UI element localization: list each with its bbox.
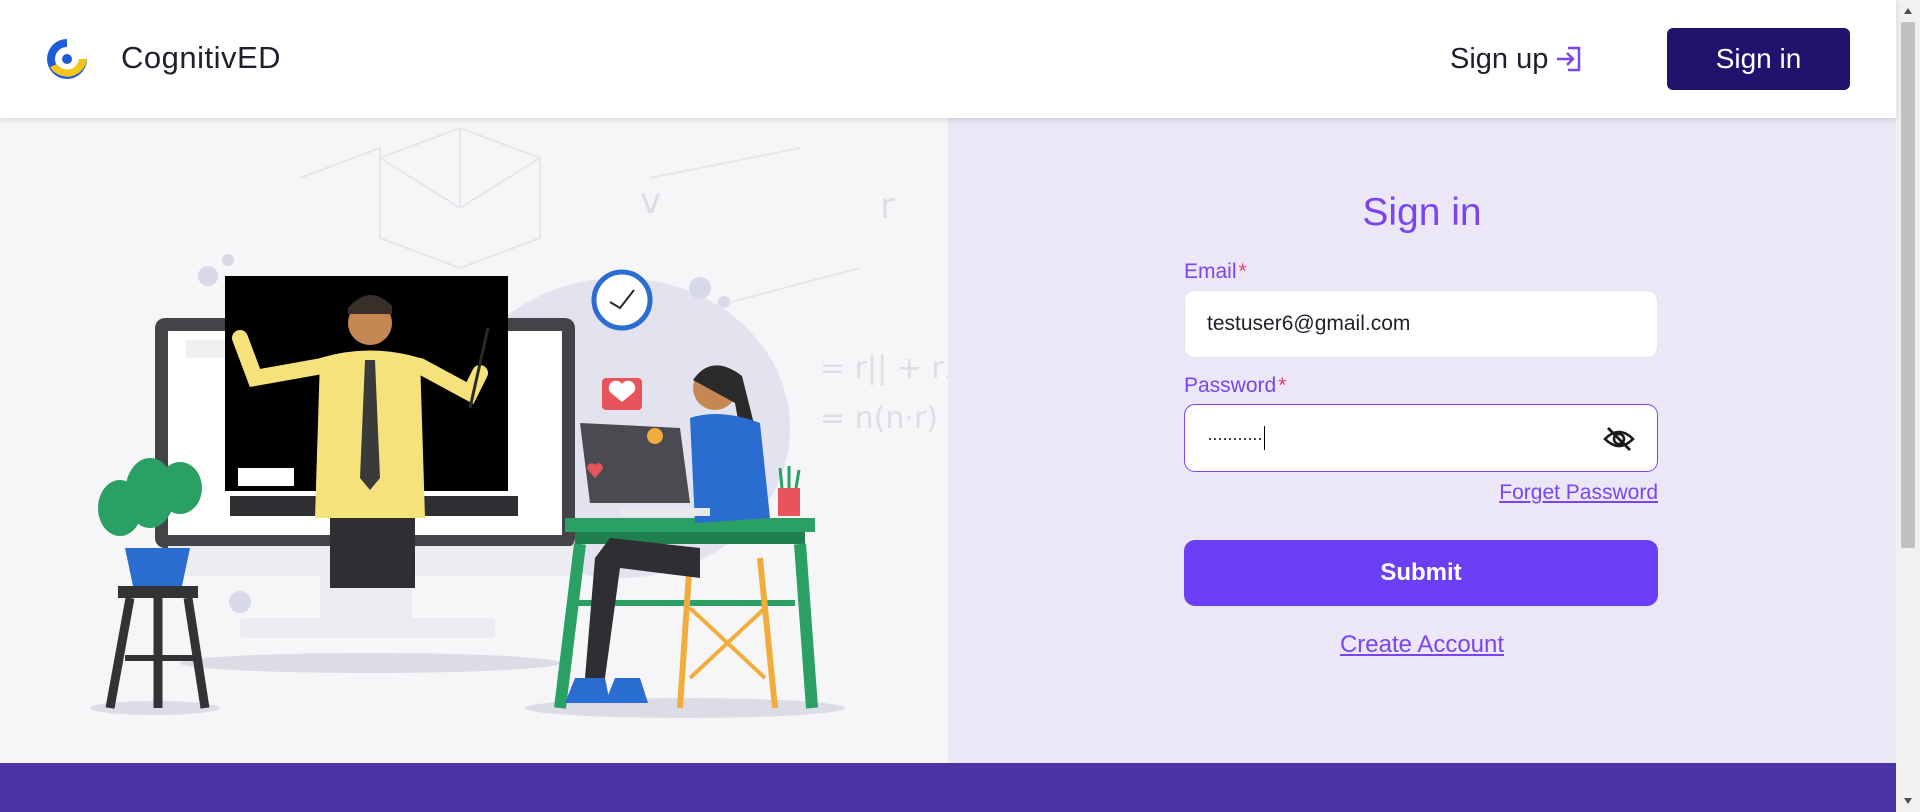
header-signin-button[interactable]: Sign in bbox=[1667, 28, 1850, 90]
footer-bar bbox=[0, 763, 1896, 812]
password-label-text: Password bbox=[1184, 374, 1277, 397]
svg-text:v: v bbox=[640, 181, 661, 222]
online-teaching-illustration: v r = r|| + r⊥ = n(n·r) bbox=[90, 126, 948, 718]
brand-logo-icon[interactable] bbox=[42, 34, 92, 84]
text-caret bbox=[1263, 426, 1266, 450]
signup-link[interactable]: Sign up bbox=[1450, 38, 1584, 80]
top-header: CognitivED Sign up Sign in bbox=[0, 0, 1896, 118]
scroll-up-arrow-icon[interactable] bbox=[1896, 0, 1920, 22]
signup-label: Sign up bbox=[1450, 42, 1549, 75]
required-mark: * bbox=[1238, 260, 1247, 283]
password-value: ··········· bbox=[1207, 427, 1263, 448]
brand-name: CognitivED bbox=[121, 40, 282, 75]
scroll-down-arrow-icon[interactable] bbox=[1896, 790, 1920, 812]
password-label: Password* bbox=[1184, 374, 1286, 398]
password-field[interactable]: ··········· bbox=[1184, 404, 1658, 472]
signin-panel: Sign in Email* testuser6@gmail.com Passw… bbox=[948, 118, 1896, 763]
eye-off-icon[interactable] bbox=[1603, 425, 1635, 453]
svg-text:= n(n·r): = n(n·r) bbox=[820, 401, 938, 436]
sign-in-arrow-icon bbox=[1557, 46, 1581, 72]
svg-text:= r|| + r⊥: = r|| + r⊥ bbox=[820, 351, 948, 386]
required-mark: * bbox=[1278, 374, 1287, 397]
email-label: Email* bbox=[1184, 260, 1247, 284]
forget-password-link[interactable]: Forget Password bbox=[1480, 481, 1658, 505]
form-title: Sign in bbox=[1362, 191, 1482, 234]
illustration-panel: v r = r|| + r⊥ = n(n·r) bbox=[0, 118, 948, 763]
email-field[interactable]: testuser6@gmail.com bbox=[1184, 290, 1658, 358]
email-value: testuser6@gmail.com bbox=[1207, 312, 1411, 335]
submit-button[interactable]: Submit bbox=[1184, 540, 1658, 606]
page-scrollbar[interactable] bbox=[1896, 0, 1920, 812]
scrollbar-thumb[interactable] bbox=[1901, 22, 1915, 548]
create-account-link[interactable]: Create Account bbox=[948, 631, 1896, 659]
email-label-text: Email bbox=[1184, 260, 1237, 283]
svg-text:r: r bbox=[880, 186, 895, 227]
